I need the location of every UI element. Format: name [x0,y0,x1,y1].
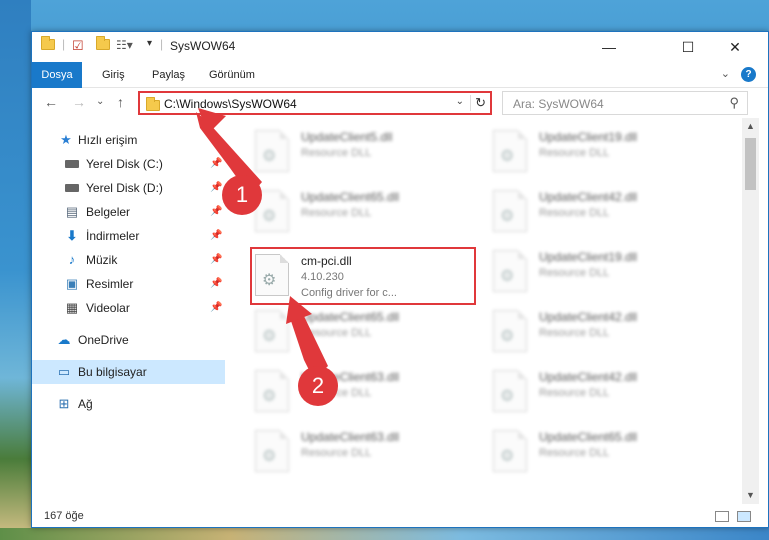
scroll-up-icon[interactable]: ▲ [742,118,759,135]
sidebar-item-pictures[interactable]: ▣ Resimler 📌 [32,272,225,296]
desktop-background-bottom [0,528,769,540]
tab-view[interactable]: Görünüm [199,62,265,88]
dll-file-icon: ⚙ [255,130,289,172]
refresh-icon[interactable]: ↻ [470,95,486,111]
list-item[interactable]: ⚙ UpdateClient19.dll Resource DLL [493,248,713,302]
sidebar-item-videos[interactable]: ▦ Videolar 📌 [32,296,225,320]
address-dropdown-icon[interactable]: ⌄ [456,96,464,107]
title-bar: | ☑ ☷▾ ▾ | SysWOW64 — ☐ ✕ [32,32,768,62]
pin-icon: 📌 [210,206,223,217]
address-bar[interactable]: C:\Windows\SysWOW64 ⌄ ↻ [138,91,492,115]
list-item[interactable]: ⚙ UpdateClient42.dll Resource DLL [493,188,713,242]
dll-file-icon: ⚙ [493,310,527,352]
list-item[interactable]: ⚙ UpdateClient63.dll Resource DLL [255,368,475,422]
pin-icon: 📌 [210,254,223,265]
status-bar: 167 öğe [32,504,768,527]
dll-file-icon: ⚙ [255,430,289,472]
pin-icon: 📌 [210,278,223,289]
forward-button[interactable]: → [72,94,86,110]
search-box[interactable]: Ara: SysWOW64 ⚲ [502,91,748,115]
vertical-scrollbar[interactable]: ▲ ▼ [742,118,759,504]
sidebar-item-quick-access[interactable]: ★ Hızlı erişim [32,128,225,152]
pin-icon: 📌 [210,158,223,169]
documents-icon: ▤ [65,204,79,219]
quick-access-dropdown-icon[interactable]: ▾ [147,38,152,54]
music-icon: ♪ [68,252,76,267]
sidebar-item-music[interactable]: ♪ Müzik 📌 [32,248,225,272]
scroll-down-icon[interactable]: ▼ [742,487,759,504]
close-button[interactable]: ✕ [712,32,758,62]
pin-icon: 📌 [210,302,223,313]
desktop-background [0,0,31,540]
list-item[interactable]: ⚙ UpdateClient65.dll Resource DLL [255,188,475,242]
tab-share[interactable]: Paylaş [142,62,195,88]
download-icon: ⬇ [66,228,78,243]
search-icon[interactable]: ⚲ [729,95,739,111]
quick-access-separator: | [62,37,66,51]
ribbon-tabs: Dosya Giriş Paylaş Görünüm ⌄ ? [32,62,768,88]
dll-file-icon: ⚙ [493,130,527,172]
back-button[interactable]: ← [44,94,58,110]
cloud-icon: ☁ [57,332,71,347]
sidebar-item-documents[interactable]: ▤ Belgeler 📌 [32,200,225,224]
list-item[interactable]: ⚙ UpdateClient5.dll Resource DLL [255,128,475,182]
details-view-icon[interactable] [715,511,729,522]
sidebar-item-network[interactable]: ⊞ Ağ [32,392,225,416]
maximize-button[interactable]: ☐ [665,32,711,62]
list-item[interactable]: ⚙ UpdateClient42.dll Resource DLL [493,308,713,362]
scrollbar-thumb[interactable] [745,138,756,190]
network-icon: ⊞ [58,396,70,411]
dll-file-icon: ⚙ [493,370,527,412]
pictures-icon: ▣ [65,276,79,291]
tab-file[interactable]: Dosya [32,62,82,88]
list-item[interactable]: ⚙ UpdateClient65.dll Resource DLL [255,308,475,362]
item-count: 167 öğe [44,510,84,522]
sidebar-item-onedrive[interactable]: ☁ OneDrive [32,328,225,352]
dll-file-icon: ⚙ [493,250,527,292]
list-item[interactable]: ⚙ UpdateClient65.dll Resource DLL [493,428,713,482]
expand-ribbon-icon[interactable]: ⌄ [721,67,730,80]
address-path: C:\Windows\SysWOW64 [164,97,297,111]
file-list: ⚙ UpdateClient5.dll Resource DLL ⚙ Updat… [225,118,742,504]
videos-icon: ▦ [65,300,79,315]
recent-locations-button[interactable]: ⌄ [96,96,104,107]
drive-icon [64,180,80,196]
large-icons-view-icon[interactable] [737,511,751,522]
dll-file-icon: ⚙ [493,430,527,472]
dll-file-icon: ⚙ [255,370,289,412]
list-item[interactable]: ⚙ UpdateClient42.dll Resource DLL [493,368,713,422]
address-folder-icon [146,97,160,111]
pin-icon: 📌 [210,182,223,193]
window-title: SysWOW64 [170,39,236,53]
properties-icon[interactable]: ☑ [72,38,84,54]
pin-icon: 📌 [210,230,223,241]
step-2-badge: 2 [298,366,338,406]
title-separator: | [160,37,164,51]
list-item[interactable]: ⚙ UpdateClient19.dll Resource DLL [493,128,713,182]
sidebar-item-local-disk-c[interactable]: Yerel Disk (C:) 📌 [32,152,225,176]
navigation-bar: ← → ⌄ ↑ C:\Windows\SysWOW64 ⌄ ↻ Ara: Sys… [32,88,768,118]
drive-icon [64,156,80,172]
help-icon[interactable]: ? [741,67,756,82]
list-item[interactable]: ⚙ UpdateClient63.dll Resource DLL [255,428,475,482]
computer-icon: ▭ [57,364,71,379]
up-button[interactable]: ↑ [117,94,124,110]
step-1-badge: 1 [222,175,262,215]
highlight-box-file [250,247,476,305]
minimize-button[interactable]: — [586,32,632,62]
sidebar-item-downloads[interactable]: ⬇ İndirmeler 📌 [32,224,225,248]
navigation-pane: ★ Hızlı erişim Yerel Disk (C:) 📌 Yerel D… [32,118,225,504]
star-icon: ★ [60,132,72,147]
dll-file-icon: ⚙ [493,190,527,232]
window-folder-icon [41,36,55,55]
search-placeholder: Ara: SysWOW64 [513,97,604,111]
customize-toolbar-icon[interactable]: ☷▾ [116,38,133,54]
sidebar-item-local-disk-d[interactable]: Yerel Disk (D:) 📌 [32,176,225,200]
tab-home[interactable]: Giriş [92,62,135,88]
new-folder-icon[interactable] [96,36,110,55]
sidebar-item-this-pc[interactable]: ▭ Bu bilgisayar [32,360,225,384]
dll-file-icon: ⚙ [255,310,289,352]
